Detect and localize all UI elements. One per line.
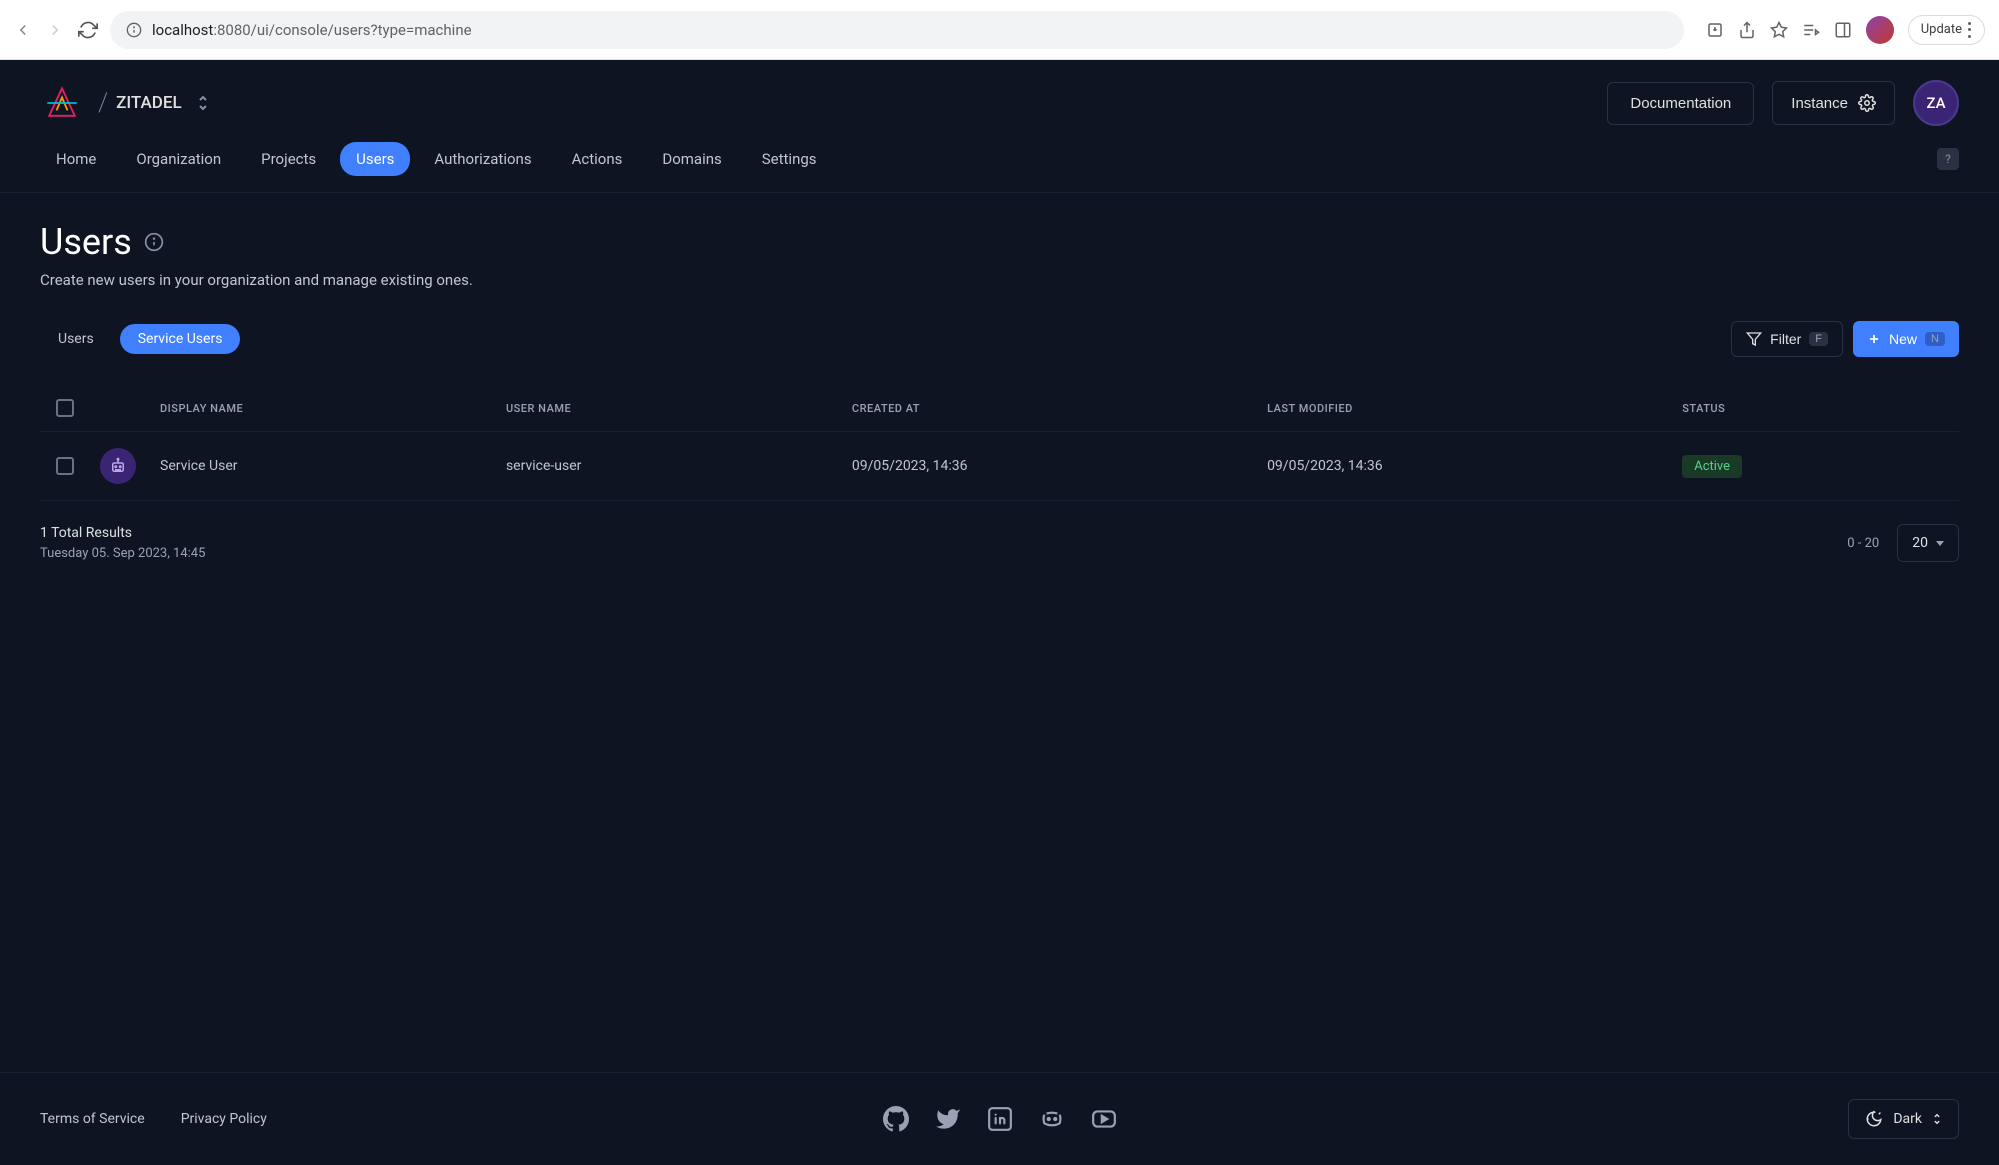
privacy-link[interactable]: Privacy Policy [181, 1111, 267, 1127]
url-text: localhost:8080/ui/console/users?type=mac… [152, 21, 472, 39]
back-icon[interactable] [14, 21, 32, 39]
breadcrumb-separator: / [98, 88, 108, 118]
update-label: Update [1921, 22, 1962, 37]
youtube-icon[interactable] [1091, 1106, 1117, 1132]
org-switcher-icon[interactable] [196, 94, 210, 112]
table-row[interactable]: Service User service-user 09/05/2023, 14… [40, 432, 1959, 501]
cell-user-name: service-user [506, 458, 852, 474]
col-status[interactable]: STATUS [1682, 402, 1959, 415]
linkedin-icon[interactable] [987, 1106, 1013, 1132]
panel-icon[interactable] [1834, 21, 1852, 39]
nav-authorizations[interactable]: Authorizations [418, 142, 547, 176]
new-key-badge: N [1925, 332, 1945, 346]
profile-avatar[interactable] [1866, 16, 1894, 44]
documentation-button[interactable]: Documentation [1607, 82, 1754, 125]
help-shortcut[interactable]: ? [1937, 148, 1959, 170]
row-checkbox[interactable] [56, 457, 74, 475]
github-icon[interactable] [883, 1106, 909, 1132]
install-icon[interactable] [1706, 21, 1724, 39]
zitadel-logo[interactable] [40, 81, 84, 125]
theme-label: Dark [1893, 1111, 1922, 1127]
cell-last-modified: 09/05/2023, 14:36 [1267, 458, 1682, 474]
nav-projects[interactable]: Projects [245, 142, 332, 176]
page-range: 0 - 20 [1847, 536, 1879, 551]
users-table: DISPLAY NAME USER NAME CREATED AT LAST M… [40, 385, 1959, 501]
service-user-avatar [100, 448, 136, 484]
chevron-updown-icon [1932, 1112, 1942, 1126]
theme-switcher[interactable]: Dark [1848, 1099, 1959, 1139]
page-title: Users [40, 221, 132, 263]
nav-users[interactable]: Users [340, 142, 410, 176]
update-button[interactable]: Update [1908, 15, 1985, 45]
col-created-at[interactable]: CREATED AT [852, 402, 1267, 415]
share-icon[interactable] [1738, 21, 1756, 39]
instance-button[interactable]: Instance [1772, 81, 1895, 125]
page-size-select[interactable]: 20 [1897, 524, 1959, 562]
nav-domains[interactable]: Domains [646, 142, 737, 176]
url-bar[interactable]: localhost:8080/ui/console/users?type=mac… [110, 11, 1684, 49]
filter-button[interactable]: Filter F [1731, 321, 1843, 357]
subtab-service-users[interactable]: Service Users [120, 324, 241, 354]
new-label: New [1889, 331, 1917, 347]
nav-organization[interactable]: Organization [120, 142, 237, 176]
cell-display-name: Service User [160, 458, 506, 474]
plus-icon [1867, 332, 1881, 346]
user-avatar[interactable]: ZA [1913, 80, 1959, 126]
cell-created-at: 09/05/2023, 14:36 [852, 458, 1267, 474]
instance-label: Instance [1791, 95, 1848, 112]
moon-icon [1865, 1110, 1883, 1128]
subtab-users[interactable]: Users [40, 324, 112, 354]
site-info-icon[interactable] [126, 22, 142, 38]
page-description: Create new users in your organization an… [40, 271, 1959, 289]
status-badge: Active [1682, 455, 1742, 478]
results-info: 1 Total Results Tuesday 05. Sep 2023, 14… [40, 523, 205, 564]
footer: Terms of Service Privacy Policy Dark [0, 1072, 1999, 1165]
filter-label: Filter [1770, 331, 1801, 347]
bot-icon [109, 457, 127, 475]
playlist-icon[interactable] [1802, 21, 1820, 39]
menu-dots-icon [1968, 22, 1972, 38]
bookmark-icon[interactable] [1770, 21, 1788, 39]
nav-actions[interactable]: Actions [556, 142, 639, 176]
gear-icon [1858, 94, 1876, 112]
app-header: / ZITADEL Documentation Instance ZA [0, 60, 1999, 126]
reload-icon[interactable] [78, 20, 98, 40]
col-display-name[interactable]: DISPLAY NAME [160, 402, 506, 415]
col-last-modified[interactable]: LAST MODIFIED [1267, 402, 1682, 415]
filter-key-badge: F [1809, 332, 1828, 346]
caret-down-icon [1936, 541, 1944, 546]
select-all-checkbox[interactable] [56, 399, 74, 417]
page-size-value: 20 [1912, 535, 1928, 551]
table-header: DISPLAY NAME USER NAME CREATED AT LAST M… [40, 385, 1959, 432]
forward-icon[interactable] [46, 21, 64, 39]
browser-chrome: localhost:8080/ui/console/users?type=mac… [0, 0, 1999, 60]
twitter-icon[interactable] [935, 1106, 961, 1132]
org-name[interactable]: ZITADEL [116, 93, 182, 113]
filter-icon [1746, 331, 1762, 347]
nav-home[interactable]: Home [40, 142, 112, 176]
main-nav: Home Organization Projects Users Authori… [0, 126, 1999, 193]
info-icon[interactable] [144, 232, 164, 252]
discord-icon[interactable] [1039, 1106, 1065, 1132]
col-user-name[interactable]: USER NAME [506, 402, 852, 415]
nav-settings[interactable]: Settings [746, 142, 833, 176]
tos-link[interactable]: Terms of Service [40, 1111, 145, 1127]
new-button[interactable]: New N [1853, 321, 1959, 357]
